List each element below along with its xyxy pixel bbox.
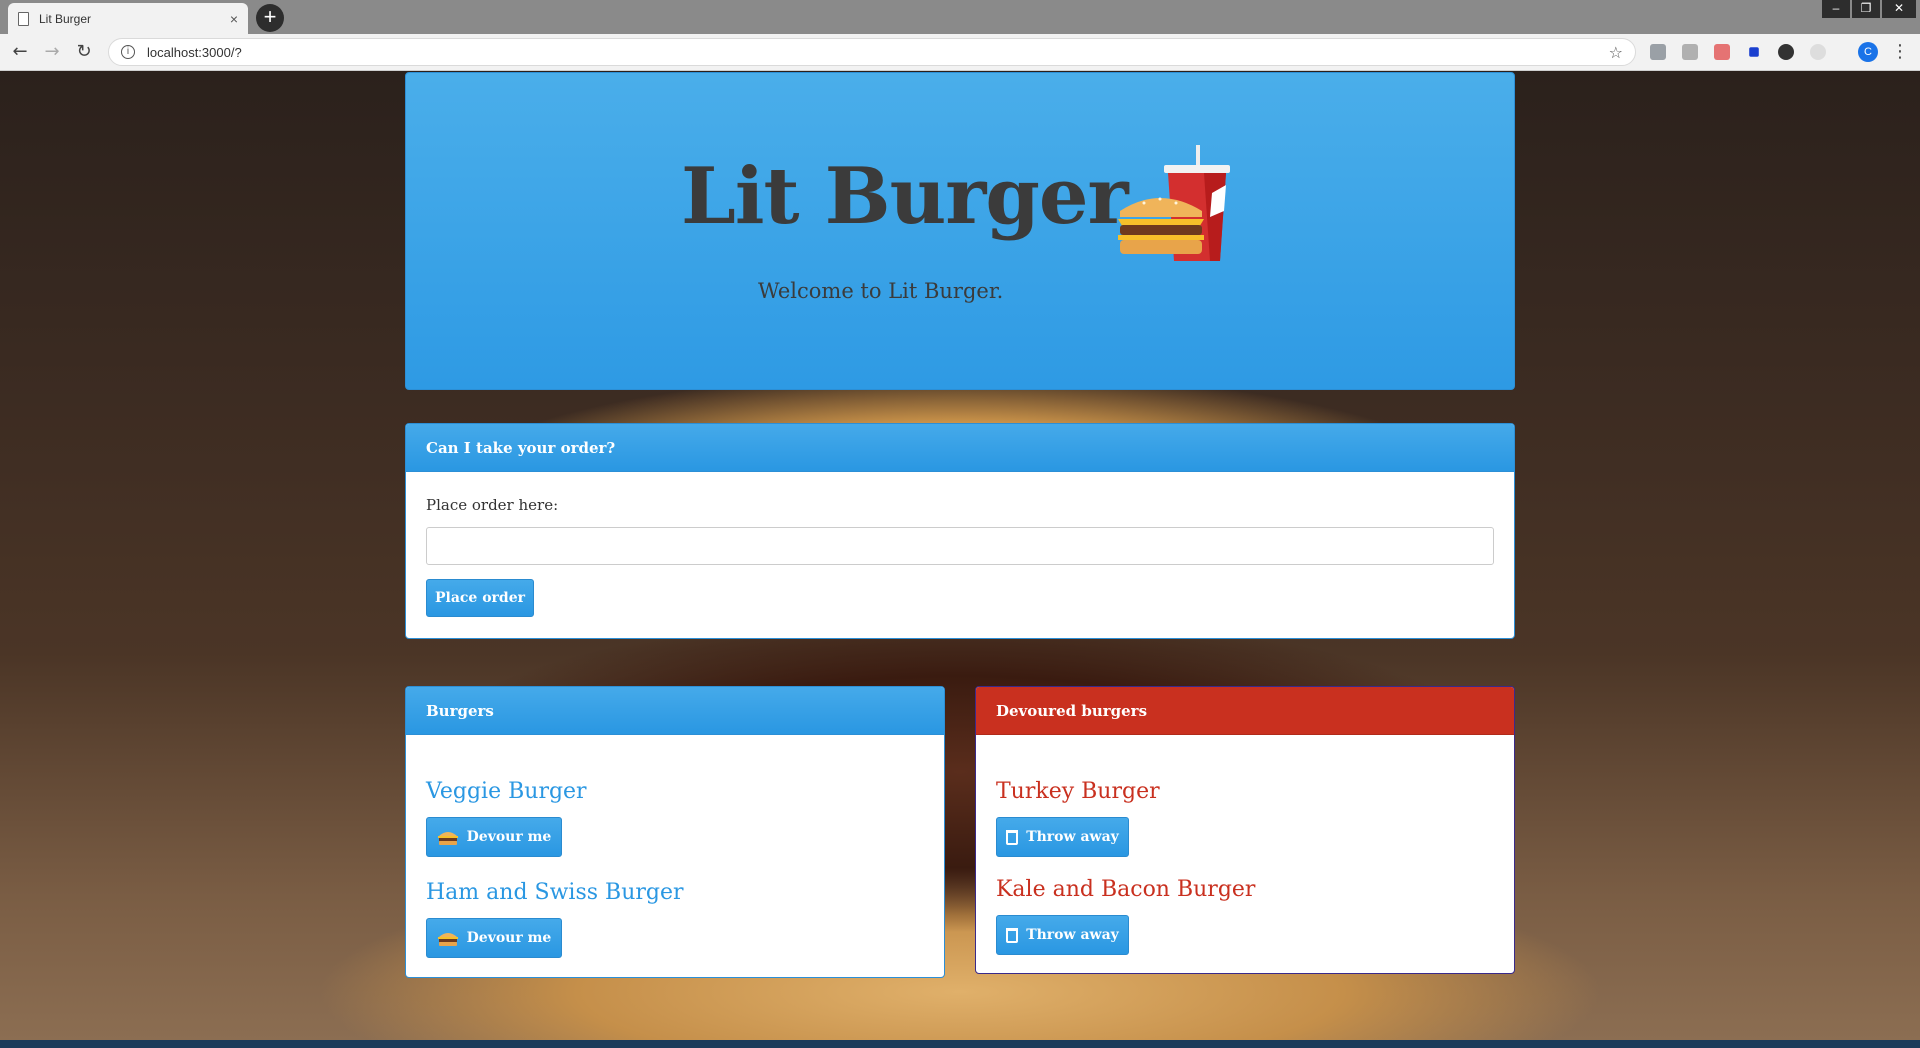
- devour-button[interactable]: Devour me: [426, 918, 562, 958]
- burger-name: Ham and Swiss Burger: [426, 880, 684, 905]
- url-text[interactable]: localhost:3000/?: [147, 45, 1609, 60]
- devour-button[interactable]: Devour me: [426, 817, 562, 857]
- trash-icon: [1006, 927, 1019, 943]
- burgers-panel-heading: Burgers: [406, 687, 944, 735]
- page-subtitle: Welcome to Lit Burger.: [758, 279, 1004, 303]
- devoured-burger-name: Kale and Bacon Burger: [996, 877, 1256, 902]
- restore-button[interactable]: ❐: [1852, 0, 1880, 18]
- extension-icon[interactable]: [1810, 44, 1826, 60]
- burgers-panel: Burgers Veggie Burger Devour me Ham and …: [405, 686, 945, 978]
- devoured-burger-name: Turkey Burger: [996, 779, 1160, 804]
- burger-and-soda-logo-icon: [1118, 145, 1230, 261]
- page-background: Lit Burger Welcome to Lit Burger. Can I …: [0, 72, 1920, 1042]
- throw-away-button-label: Throw away: [1026, 927, 1119, 943]
- menu-icon[interactable]: ⋮: [1888, 40, 1912, 64]
- address-bar[interactable]: i localhost:3000/? ☆: [108, 38, 1636, 66]
- tab-close-icon[interactable]: ×: [230, 11, 238, 27]
- back-icon[interactable]: ←: [8, 40, 32, 64]
- extension-icon[interactable]: [1778, 44, 1794, 60]
- place-order-button[interactable]: Place order: [426, 579, 534, 617]
- order-panel: Can I take your order? Place order here:…: [405, 423, 1515, 639]
- order-input[interactable]: [426, 527, 1494, 565]
- throw-away-button[interactable]: Throw away: [996, 915, 1129, 955]
- browser-tab-bar: Lit Burger × + – ❐ ✕: [0, 0, 1920, 34]
- burger-icon: [437, 933, 458, 946]
- burger-name: Veggie Burger: [426, 779, 587, 804]
- extension-icon[interactable]: [1682, 44, 1698, 60]
- close-window-button[interactable]: ✕: [1882, 0, 1916, 18]
- throw-away-button-label: Throw away: [1026, 829, 1119, 845]
- reload-icon[interactable]: ↻: [72, 40, 96, 64]
- order-panel-heading: Can I take your order?: [406, 424, 1514, 472]
- devour-button-label: Devour me: [466, 829, 552, 845]
- extension-icon[interactable]: [1714, 44, 1730, 60]
- trash-icon: [1006, 829, 1019, 845]
- browser-tab[interactable]: Lit Burger ×: [8, 3, 248, 34]
- profile-avatar[interactable]: C: [1858, 42, 1878, 62]
- minimize-button[interactable]: –: [1822, 0, 1850, 18]
- extension-icon[interactable]: [1650, 44, 1666, 60]
- new-tab-button[interactable]: +: [256, 4, 284, 32]
- devoured-panel-heading: Devoured burgers: [976, 687, 1514, 735]
- page-icon: [18, 11, 29, 26]
- throw-away-button[interactable]: Throw away: [996, 817, 1129, 857]
- order-label: Place order here:: [426, 496, 559, 514]
- jumbotron: Lit Burger Welcome to Lit Burger.: [405, 72, 1515, 390]
- info-icon[interactable]: i: [121, 45, 135, 59]
- extension-icon[interactable]: [1749, 47, 1759, 57]
- forward-icon[interactable]: →: [40, 40, 64, 64]
- taskbar: [0, 1040, 1920, 1048]
- page-title: Lit Burger: [681, 151, 1129, 242]
- devoured-panel: Devoured burgers Turkey Burger Throw awa…: [975, 686, 1515, 974]
- bookmark-star-icon[interactable]: ☆: [1609, 43, 1623, 62]
- burger-icon: [437, 832, 458, 845]
- tab-title: Lit Burger: [39, 11, 92, 26]
- browser-toolbar: ← → ↻ i localhost:3000/? ☆ C ⋮: [0, 34, 1920, 71]
- devour-button-label: Devour me: [466, 930, 552, 946]
